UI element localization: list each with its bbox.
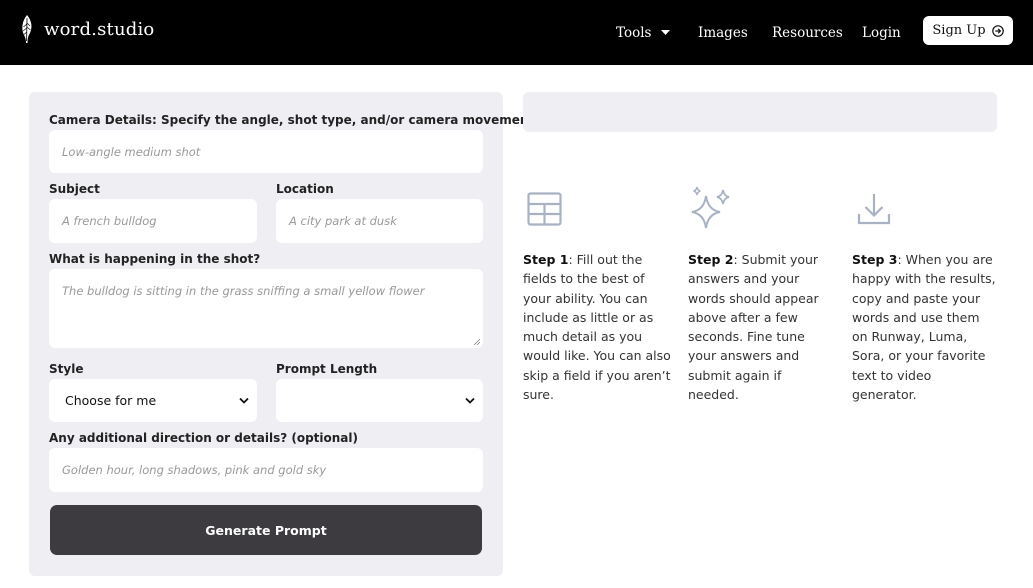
- caret-down-icon: [661, 29, 671, 35]
- nav-resources-label: Resources: [772, 24, 843, 41]
- step-3-title: Step 3: [852, 252, 898, 267]
- generated-output-box: [523, 92, 997, 132]
- chevron-down-icon: [465, 397, 475, 404]
- prompt-form-panel: Camera Details: Specify the angle, shot …: [29, 92, 534, 576]
- brand-name: word.studio: [44, 18, 155, 40]
- generate-prompt-button[interactable]: Generate Prompt: [50, 505, 482, 555]
- style-select[interactable]: Choose for me: [49, 379, 257, 422]
- prompt-length-label: Prompt Length: [276, 362, 378, 376]
- location-placeholder: A city park at dusk: [289, 214, 397, 228]
- subject-input[interactable]: A french bulldog: [49, 199, 257, 243]
- step-2-title: Step 2: [688, 252, 734, 267]
- brand-logo-link[interactable]: word.studio: [20, 14, 154, 44]
- sparkles-icon: [691, 186, 730, 229]
- step-3-description: Step 3: When you are happy with the resu…: [852, 250, 998, 404]
- additional-details-placeholder: Golden hour, long shadows, pink and gold…: [62, 463, 327, 477]
- location-input[interactable]: A city park at dusk: [276, 199, 483, 243]
- style-selected-value: Choose for me: [65, 393, 157, 408]
- subject-placeholder: A french bulldog: [62, 214, 157, 228]
- step-2-text: : Submit your answers and your words sho…: [688, 252, 819, 403]
- table-icon: [527, 192, 562, 226]
- download-icon: [857, 194, 891, 225]
- nav-images-link[interactable]: Images: [698, 0, 748, 65]
- prompt-length-select[interactable]: [276, 379, 483, 422]
- location-label: Location: [276, 182, 334, 196]
- style-label: Style: [49, 362, 84, 376]
- nav-tools-dropdown[interactable]: Tools: [616, 0, 671, 65]
- feather-logo-icon: [22, 15, 32, 43]
- resize-handle-icon[interactable]: [473, 338, 480, 345]
- nav-login-label: Login: [862, 24, 901, 41]
- sign-up-button[interactable]: Sign Up: [923, 16, 1013, 45]
- camera-details-label: Camera Details: Specify the angle, shot …: [49, 113, 535, 127]
- step-1-text: : Fill out the fields to the best of you…: [523, 252, 671, 403]
- sign-up-label: Sign Up: [932, 23, 986, 38]
- step-1-description: Step 1: Fill out the fields to the best …: [523, 250, 673, 404]
- nav-images-label: Images: [698, 24, 748, 41]
- top-navigation-bar: word.studio Tools Images Resources Login…: [0, 0, 1033, 65]
- additional-details-input[interactable]: Golden hour, long shadows, pink and gold…: [49, 448, 483, 492]
- nav-resources-link[interactable]: Resources: [772, 0, 843, 65]
- arrow-right-circle-icon: [991, 24, 1004, 37]
- happening-textarea[interactable]: The bulldog is sitting in the grass snif…: [49, 269, 483, 348]
- subject-label: Subject: [49, 182, 100, 196]
- step-3-text: : When you are happy with the results, c…: [852, 252, 996, 403]
- nav-tools-label: Tools: [616, 24, 652, 41]
- nav-login-link[interactable]: Login: [862, 0, 901, 65]
- happening-placeholder: The bulldog is sitting in the grass snif…: [62, 284, 425, 298]
- camera-details-input[interactable]: Low-angle medium shot: [49, 130, 483, 173]
- camera-details-placeholder: Low-angle medium shot: [62, 144, 201, 159]
- happening-label: What is happening in the shot?: [49, 252, 261, 266]
- step-1-title: Step 1: [523, 252, 569, 267]
- additional-details-label: Any additional direction or details? (op…: [49, 431, 358, 445]
- chevron-down-icon: [239, 397, 249, 404]
- step-2-description: Step 2: Submit your answers and your wor…: [688, 250, 834, 404]
